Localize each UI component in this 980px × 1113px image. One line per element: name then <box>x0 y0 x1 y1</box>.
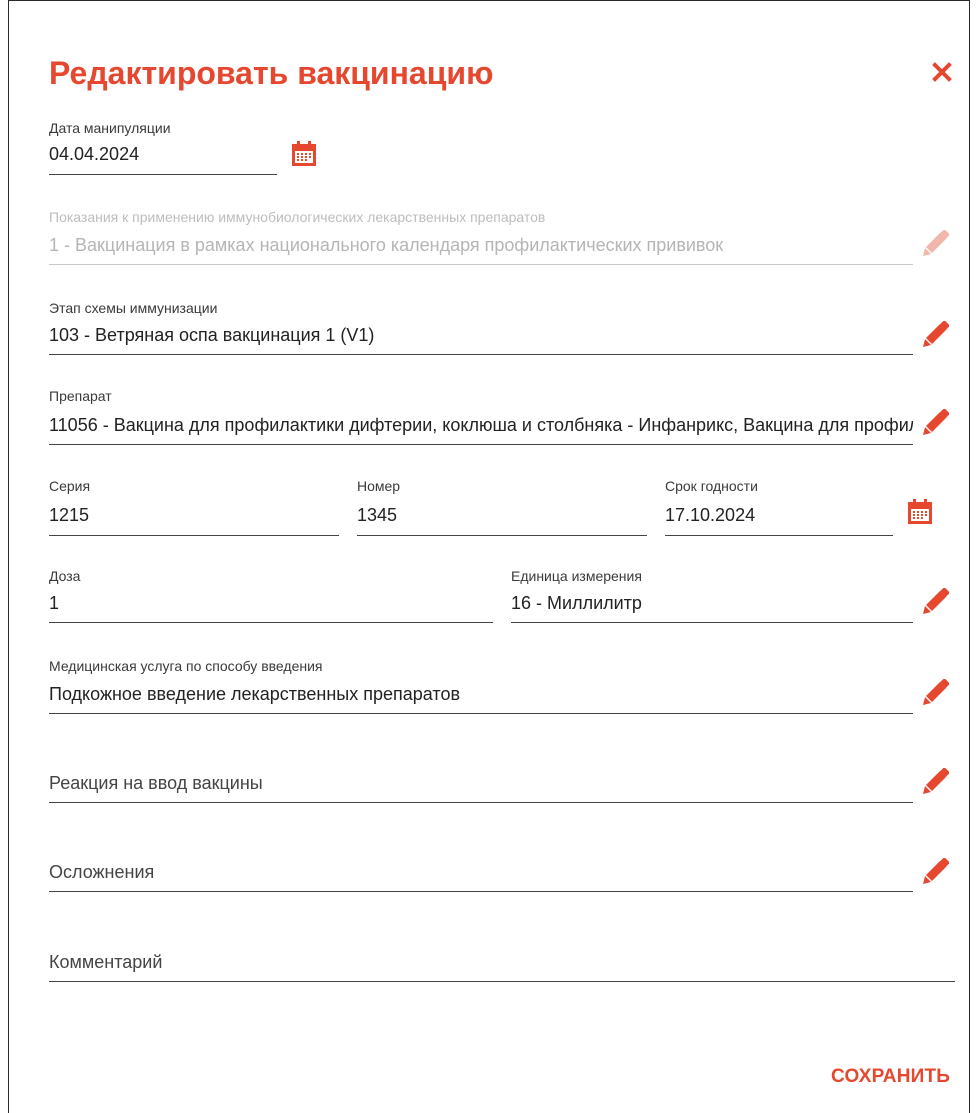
edit-vaccination-dialog: Редактировать вакцинацию Дата манипуляци… <box>8 0 970 1113</box>
stage-input[interactable]: 103 - Ветряная оспа вакцинация 1 (V1) <box>49 324 913 346</box>
dialog-title: Редактировать вакцинацию <box>49 55 494 91</box>
calendar-icon[interactable] <box>907 499 933 525</box>
service-underline <box>49 713 913 714</box>
pencil-icon[interactable] <box>921 320 950 349</box>
reaction-input[interactable]: Реакция на ввод вакцины <box>49 772 263 794</box>
drug-input[interactable]: 11056 - Вакцина для профилактики дифтери… <box>49 414 913 436</box>
stage-underline <box>49 354 913 355</box>
indication-underline <box>49 264 913 265</box>
save-button[interactable]: СОХРАНИТЬ <box>831 1066 950 1088</box>
pencil-icon[interactable] <box>921 408 950 437</box>
service-input[interactable]: Подкожное введение лекарственных препара… <box>49 683 913 705</box>
comment-underline <box>49 981 955 982</box>
service-label: Медицинская услуга по способу введения <box>49 658 323 674</box>
reaction-underline <box>49 802 913 803</box>
unit-input[interactable]: 16 - Миллилитр <box>511 592 913 614</box>
pencil-icon[interactable] <box>921 857 950 886</box>
comment-input[interactable]: Комментарий <box>49 951 162 973</box>
stage-label: Этап схемы иммунизации <box>49 300 218 316</box>
pencil-icon[interactable] <box>921 678 950 707</box>
pencil-icon[interactable] <box>921 229 950 258</box>
unit-underline <box>511 622 913 623</box>
expiry-underline <box>665 535 893 536</box>
drug-label: Препарат <box>49 388 112 404</box>
series-label: Серия <box>49 478 91 494</box>
number-input[interactable]: 1345 <box>357 504 647 526</box>
dose-input[interactable]: 1 <box>49 592 493 614</box>
close-icon[interactable] <box>931 61 953 83</box>
pencil-icon[interactable] <box>921 587 950 616</box>
dose-label: Доза <box>49 568 81 584</box>
indication-label: Показания к применению иммунобиологическ… <box>49 209 546 225</box>
expiry-input[interactable]: 17.10.2024 <box>665 504 893 526</box>
unit-label: Единица измерения <box>511 568 642 584</box>
expiry-label: Срок годности <box>665 478 758 494</box>
pencil-icon[interactable] <box>921 767 950 796</box>
series-underline <box>49 535 339 536</box>
date-label: Дата манипуляции <box>49 120 171 136</box>
series-input[interactable]: 1215 <box>49 504 339 526</box>
indication-input[interactable]: 1 - Вакцинация в рамках национального ка… <box>49 234 913 256</box>
drug-underline <box>49 444 913 445</box>
dose-underline <box>49 622 493 623</box>
number-label: Номер <box>357 478 401 494</box>
number-underline <box>357 535 647 536</box>
date-underline <box>49 174 277 175</box>
complications-underline <box>49 891 913 892</box>
calendar-icon[interactable] <box>291 141 317 167</box>
date-input[interactable]: 04.04.2024 <box>49 143 277 165</box>
complications-input[interactable]: Осложнения <box>49 861 154 883</box>
